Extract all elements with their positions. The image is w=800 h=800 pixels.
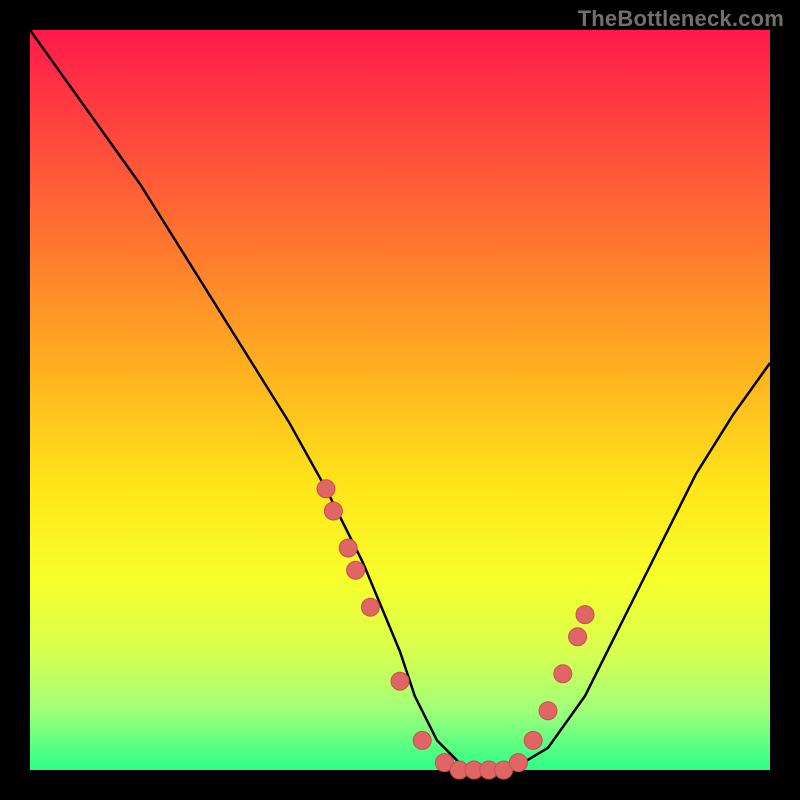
curve-marker [324,502,342,520]
chart-svg [30,30,770,770]
plot-area [30,30,770,770]
curve-markers [317,480,594,779]
curve-marker [347,561,365,579]
curve-marker [576,606,594,624]
curve-marker [391,672,409,690]
curve-marker [569,628,587,646]
curve-marker [413,731,431,749]
bottleneck-curve [30,30,770,770]
curve-marker [524,731,542,749]
curve-marker [509,754,527,772]
curve-marker [554,665,572,683]
curve-marker [539,702,557,720]
curve-marker [339,539,357,557]
curve-marker [361,598,379,616]
chart-frame: TheBottleneck.com [0,0,800,800]
curve-marker [317,480,335,498]
watermark-text: TheBottleneck.com [578,6,784,32]
